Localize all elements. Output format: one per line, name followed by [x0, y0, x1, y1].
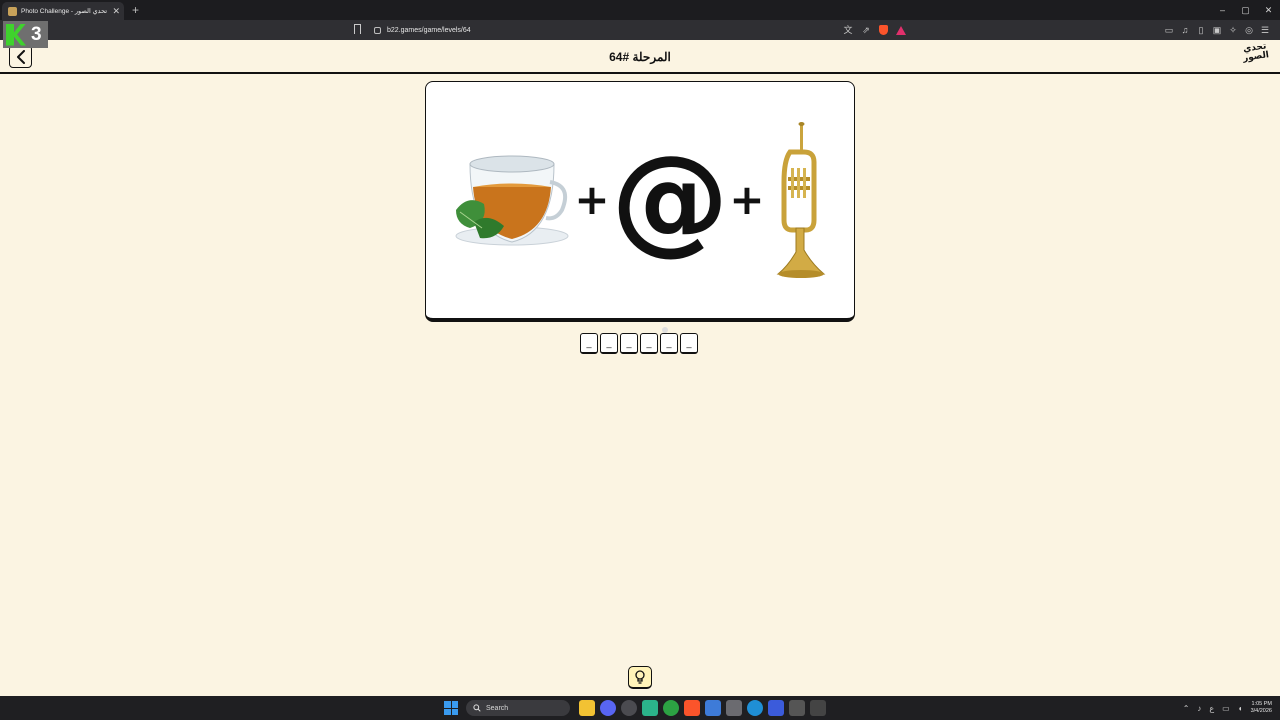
store-icon[interactable] — [768, 700, 784, 716]
answer-slot[interactable]: _ — [600, 333, 618, 354]
windows-start-icon[interactable] — [444, 701, 458, 715]
share-icon[interactable]: ⇗ — [861, 25, 871, 35]
answer-slot[interactable]: _ — [580, 333, 598, 354]
close-window-button[interactable]: ✕ — [1257, 0, 1280, 20]
language-indicator[interactable]: ع — [1209, 704, 1214, 713]
answer-slot[interactable]: _ — [660, 333, 678, 354]
answer-slot[interactable]: _ — [620, 333, 638, 354]
answer-slots: _ _ _ _ _ _ — [580, 333, 698, 354]
window-controls: – ▢ ✕ — [1211, 0, 1280, 20]
plus-sign-1: + — [574, 175, 609, 224]
search-icon — [473, 704, 481, 712]
url-text[interactable]: b22.games/game/levels/64 — [387, 27, 471, 34]
brand-logo[interactable]: تحدي الصور — [1240, 42, 1271, 72]
answer-slot[interactable]: _ — [680, 333, 698, 354]
stream-overlay-logo: 3 — [3, 21, 48, 48]
level-title: المرحلة #64 — [609, 50, 671, 64]
taskbar-search[interactable]: Search — [466, 700, 570, 716]
microphone-icon[interactable]: ♪ — [1197, 704, 1201, 713]
terminal-icon[interactable] — [810, 700, 826, 716]
answer-slot[interactable]: _ — [640, 333, 658, 354]
brave-shield-icon[interactable] — [879, 25, 888, 35]
puzzle-image: + @ + — [455, 122, 826, 278]
site-info-icon[interactable] — [374, 26, 381, 34]
puzzle-image-card: + @ + — [425, 81, 855, 322]
maximize-button[interactable]: ▢ — [1234, 0, 1257, 20]
media-icon[interactable]: ♫ — [1180, 25, 1190, 35]
k-logo-icon — [6, 23, 26, 46]
at-sign: @ — [611, 129, 729, 267]
trumpet-icon — [776, 122, 826, 278]
brave-browser-icon[interactable] — [684, 700, 700, 716]
hint-button[interactable] — [628, 666, 652, 689]
bookmark-icon[interactable] — [354, 24, 361, 34]
wallet-icon[interactable]: ▣ — [1212, 25, 1222, 35]
menu-icon[interactable]: ☰ — [1260, 25, 1270, 35]
address-actions: 文 ⇗ — [843, 22, 906, 38]
network-icon[interactable]: ▭ — [1222, 704, 1230, 713]
discord-icon[interactable] — [600, 700, 616, 716]
overlay-badge-number: 3 — [31, 23, 42, 45]
tea-cup-icon — [455, 155, 569, 246]
address-field[interactable]: b22.games/game/levels/64 — [370, 22, 910, 38]
clock-date: 3/4/2026 — [1250, 708, 1272, 714]
vpn-icon[interactable]: ◎ — [1244, 25, 1254, 35]
back-button[interactable] — [9, 45, 32, 68]
chevron-up-icon[interactable]: ⌃ — [1183, 704, 1190, 713]
chevron-left-icon — [16, 49, 25, 64]
browser-tab-bar: Photo Challenge - تحدي الصور ✕ + – ▢ ✕ — [0, 0, 1280, 20]
toolbar-actions: ▭ ♫ ▯ ▣ ✧ ◎ ☰ — [1164, 22, 1270, 38]
rewards-icon[interactable] — [896, 25, 906, 35]
search-label: Search — [486, 704, 509, 712]
clock[interactable]: 1:05 PM 3/4/2026 — [1251, 701, 1272, 715]
browser-tab[interactable]: Photo Challenge - تحدي الصور ✕ — [2, 2, 124, 20]
mouse-cursor — [662, 327, 668, 333]
sidebar-icon[interactable]: ▯ — [1196, 25, 1206, 35]
monitor-icon[interactable] — [789, 700, 805, 716]
os-taskbar: Search ⌃ ♪ ع ▭ ◖ 1:05 PM 3/4/2026 — [0, 696, 1280, 720]
system-tray: ⌃ ♪ ع ▭ ◖ 1:05 PM 3/4/2026 — [1183, 698, 1272, 718]
game-header: المرحلة #64 تحدي الصور — [0, 40, 1280, 74]
volume-icon[interactable]: ◖ — [1238, 704, 1243, 713]
taskbar-apps: Search — [444, 698, 826, 718]
steam-icon[interactable] — [621, 700, 637, 716]
site-favicon-icon — [8, 6, 17, 16]
tab-title: Photo Challenge - تحدي الصور — [21, 8, 108, 15]
clock-time: 1:05 PM — [1251, 701, 1272, 707]
translate-icon[interactable]: 文 — [843, 25, 853, 35]
reader-icon[interactable]: ▭ — [1164, 25, 1174, 35]
tab-close-icon[interactable]: ✕ — [112, 6, 120, 16]
edge-icon[interactable] — [747, 700, 763, 716]
lightbulb-icon — [635, 670, 645, 684]
tool-icon[interactable] — [726, 700, 742, 716]
xbox-icon[interactable] — [663, 700, 679, 716]
minimize-button[interactable]: – — [1211, 0, 1234, 20]
file-explorer-icon[interactable] — [579, 700, 595, 716]
plus-sign-2: + — [729, 175, 764, 224]
logo-line-2: الصور — [1242, 50, 1270, 64]
extensions-icon[interactable]: ✧ — [1228, 25, 1238, 35]
security-icon[interactable] — [705, 700, 721, 716]
new-tab-button[interactable]: + — [132, 3, 139, 17]
app-icon[interactable] — [642, 700, 658, 716]
